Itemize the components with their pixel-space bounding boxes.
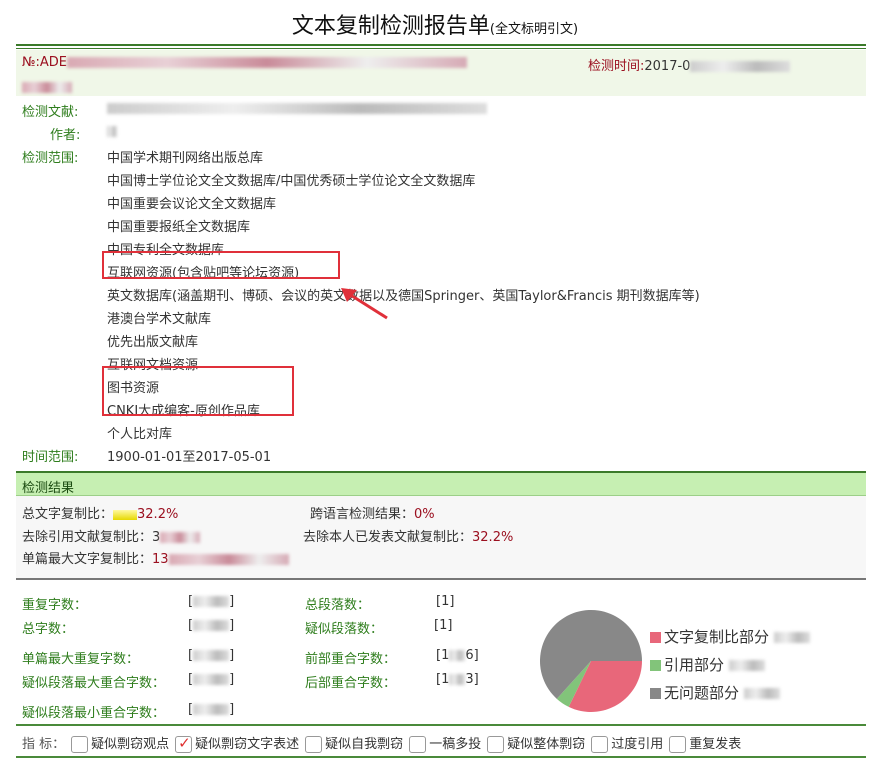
indicator-checkbox[interactable]: [175, 736, 192, 753]
legend-item: 无问题部分: [650, 682, 780, 703]
indicator-checkbox[interactable]: [305, 736, 322, 753]
scope-item: 优先出版文献库: [107, 331, 198, 350]
arrow-icon: [335, 280, 395, 325]
indicator-label: 重复发表: [689, 737, 741, 752]
pie-chart: [538, 608, 644, 714]
indicator-checkbox[interactable]: [409, 736, 426, 753]
scope-item: 中国学术期刊网络出版总库: [107, 147, 263, 166]
scope-item: 港澳台学术文献库: [107, 308, 211, 327]
scope-item: 英文数据库(涵盖期刊、博硕、会议的英文数据以及德国Springer、英国Tayl…: [107, 285, 700, 304]
report-number: №:ADE: [22, 55, 467, 70]
highlight-box: [102, 366, 294, 416]
indicator-label: 疑似整体剽窃: [507, 737, 585, 752]
scope-item: 中国博士学位论文全文数据库/中国优秀硕士学位论文全文数据库: [107, 170, 475, 189]
legend-item: 文字复制比部分: [650, 626, 810, 647]
scope-item: 个人比对库: [107, 423, 172, 442]
indicator-label: 一稿多投: [429, 737, 481, 752]
scope-label: 检测范围:: [22, 147, 78, 166]
indicator-label: 疑似自我剽窃: [325, 737, 403, 752]
time-range-label: 时间范围:: [22, 446, 78, 465]
indicator-checkbox[interactable]: [591, 736, 608, 753]
indicator-checkbox[interactable]: [71, 736, 88, 753]
report-title: 文本复制检测报告单(全文标明引文): [0, 8, 870, 40]
scope-item: 中国重要报纸全文数据库: [107, 216, 250, 235]
legend-item: 引用部分: [650, 654, 765, 675]
results-header: 检测结果: [22, 477, 74, 496]
doc-label: 检测文献:: [22, 101, 78, 120]
scope-item: 中国重要会议论文全文数据库: [107, 193, 276, 212]
indicator-label: 过度引用: [611, 737, 663, 752]
indicators: 指 标：疑似剽窃观点疑似剽窃文字表述疑似自我剽窃一稿多投疑似整体剽窃过度引用重复…: [22, 733, 741, 753]
check-time: 检测时间:2017-0: [588, 55, 790, 74]
highlight-box: [102, 251, 340, 279]
indicator-checkbox[interactable]: [669, 736, 686, 753]
indicator-label: 疑似剽窃观点: [91, 737, 169, 752]
indicator-checkbox[interactable]: [487, 736, 504, 753]
author-label: 作者:: [50, 124, 80, 143]
indicator-label: 疑似剽窃文字表述: [195, 737, 299, 752]
time-range-value: 1900-01-01至2017-05-01: [107, 446, 271, 465]
total-copy-ratio: 总文字复制比：32.2%: [22, 503, 178, 522]
